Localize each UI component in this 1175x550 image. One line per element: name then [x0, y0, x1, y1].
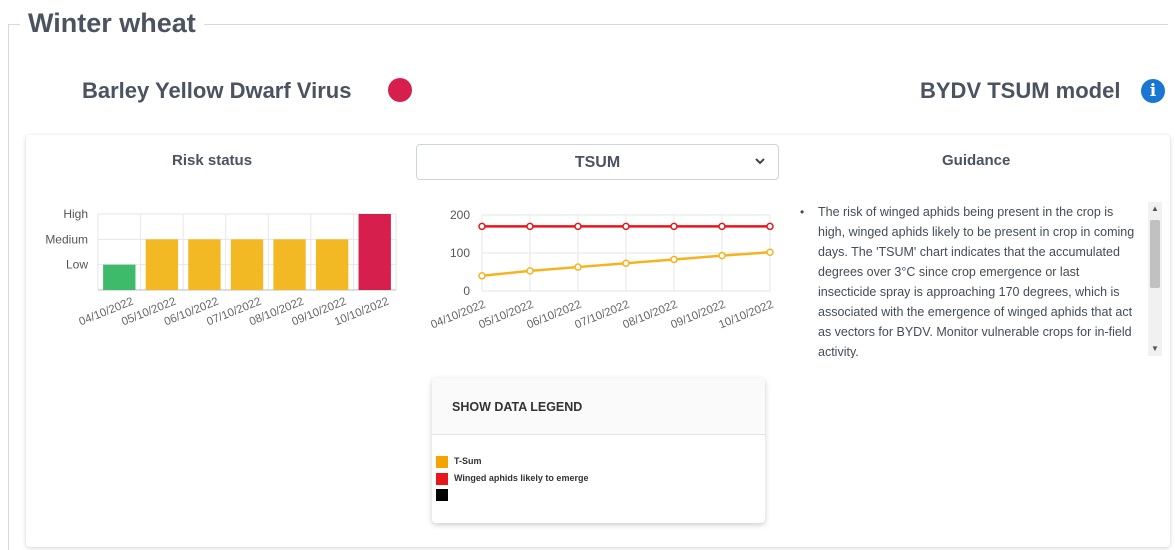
- legend-label: Winged aphids likely to emerge: [454, 473, 589, 483]
- bar: [230, 239, 264, 290]
- data-point: [478, 272, 486, 280]
- data-point: [622, 259, 630, 268]
- bar: [273, 239, 306, 290]
- legend-swatch: [436, 473, 448, 485]
- scroll-down-arrow-icon[interactable]: ▼: [1148, 342, 1162, 356]
- risk-status-chart: LowMediumHigh04/10/202205/10/202206/10/2…: [45, 207, 397, 328]
- data-point: [718, 222, 726, 231]
- chart-type-select[interactable]: TSUM: [416, 144, 779, 180]
- x-tick-label: 05/10/2022: [477, 299, 535, 332]
- data-point: [670, 222, 678, 231]
- y-tick-label: Medium: [45, 232, 88, 246]
- scroll-up-arrow-icon[interactable]: ▲: [1148, 202, 1162, 216]
- guidance-text: The risk of winged aphids being present …: [818, 205, 1135, 358]
- risk-status-title: Risk status: [172, 152, 253, 169]
- data-point: [670, 255, 678, 264]
- x-tick-label: 08/10/2022: [621, 299, 679, 332]
- data-legend-panel: SHOW DATA LEGEND T-Sum Winged aphids lik…: [432, 378, 765, 523]
- y-tick-label: Low: [66, 258, 88, 272]
- bar: [315, 239, 349, 290]
- y-tick-label: 200: [450, 208, 470, 222]
- guidance-scrollbar[interactable]: ▲ ▼: [1148, 202, 1162, 356]
- data-point: [526, 222, 534, 231]
- data-legend-header: SHOW DATA LEGEND: [452, 400, 583, 414]
- x-tick-label: 10/10/2022: [717, 299, 775, 332]
- x-tick-label: 09/10/2022: [669, 299, 727, 332]
- model-title: BYDV TSUM model: [920, 78, 1121, 103]
- x-tick-label: 07/10/2022: [573, 299, 631, 332]
- chevron-down-icon: [755, 158, 765, 165]
- legend-label: T-Sum: [454, 456, 482, 466]
- data-point: [766, 222, 774, 231]
- data-point: [622, 222, 630, 231]
- guidance-text-block: • The risk of winged aphids being presen…: [800, 202, 1140, 358]
- x-tick-label: 06/10/2022: [525, 299, 583, 332]
- bar: [358, 214, 391, 290]
- y-tick-label: 100: [450, 246, 470, 260]
- bullet-icon: •: [800, 205, 805, 219]
- disease-title: Barley Yellow Dwarf Virus: [82, 78, 352, 103]
- data-point: [526, 267, 534, 275]
- risk-status-dot: [388, 78, 412, 102]
- bar: [103, 264, 136, 290]
- data-legend-toggle[interactable]: SHOW DATA LEGEND: [432, 378, 765, 435]
- bar: [188, 239, 221, 290]
- crop-title: Winter wheat: [20, 8, 204, 39]
- x-tick-label: 04/10/2022: [429, 299, 487, 332]
- data-point: [574, 222, 582, 231]
- data-point: [766, 248, 774, 256]
- legend-swatch: [436, 489, 448, 501]
- data-point: [478, 222, 486, 231]
- scrollbar-thumb[interactable]: [1150, 220, 1160, 288]
- info-icon[interactable]: i: [1141, 79, 1165, 103]
- data-point: [574, 263, 582, 271]
- data-point: [718, 251, 726, 260]
- y-tick-label: High: [63, 207, 88, 221]
- guidance-title: Guidance: [942, 152, 1011, 169]
- y-tick-label: 0: [463, 284, 470, 298]
- legend-swatch: [436, 456, 448, 468]
- guidance-panel[interactable]: • The risk of winged aphids being presen…: [796, 198, 1164, 358]
- bar: [145, 239, 179, 290]
- chart-type-select-value: TSUM: [574, 154, 621, 171]
- tsum-chart: 0 100 200 04/10/202205/10/202206/10/202207/…: [429, 208, 775, 332]
- fieldset-border-left: [8, 24, 9, 550]
